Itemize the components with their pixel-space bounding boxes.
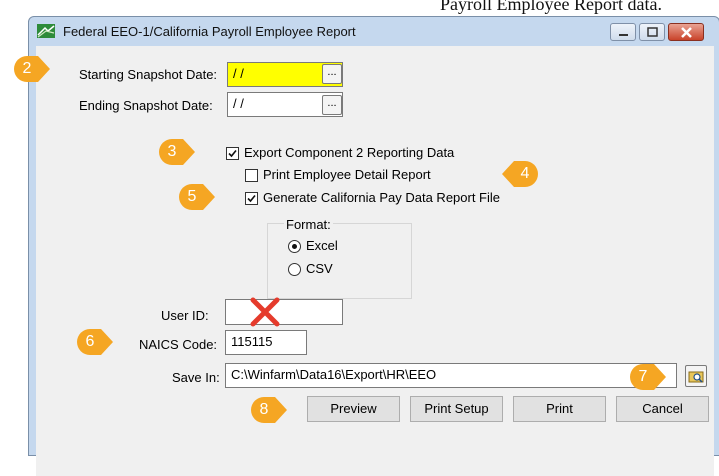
report-dialog: Federal EEO-1/California Payroll Employe…: [28, 16, 719, 476]
naics-label: NAICS Code:: [139, 337, 218, 352]
maximize-icon: [647, 27, 658, 37]
callout-badge-3: 3: [157, 137, 197, 167]
generate-ca-checkbox[interactable]: [245, 192, 258, 205]
checkmark-icon: [228, 149, 237, 158]
close-icon: [681, 27, 692, 38]
cancel-button[interactable]: Cancel: [616, 396, 709, 422]
window-title: Federal EEO-1/California Payroll Employe…: [63, 24, 356, 39]
print-detail-label[interactable]: Print Employee Detail Report: [263, 167, 431, 182]
callout-badge-7: 7: [628, 362, 668, 392]
user-id-label: User ID:: [161, 308, 209, 323]
callout-badge-5: 5: [177, 182, 217, 212]
maximize-button[interactable]: [639, 23, 665, 41]
dialog-body: Starting Snapshot Date: / / ... Ending S…: [36, 46, 714, 476]
minimize-icon: [619, 34, 628, 36]
callout-badge-4: 4: [500, 159, 540, 189]
format-csv-radio[interactable]: [288, 263, 301, 276]
format-excel-radio[interactable]: [288, 240, 301, 253]
starting-snapshot-label: Starting Snapshot Date:: [79, 67, 218, 82]
naics-field[interactable]: 115115: [225, 330, 307, 355]
print-button[interactable]: Print: [513, 396, 606, 422]
export-component2-label[interactable]: Export Component 2 Reporting Data: [244, 145, 454, 160]
format-label: Format:: [284, 217, 333, 232]
ending-snapshot-browse-button[interactable]: ...: [322, 95, 342, 115]
red-x-icon: [250, 297, 280, 327]
format-group: [267, 223, 412, 299]
checkmark-icon: [247, 194, 256, 203]
print-setup-button[interactable]: Print Setup: [410, 396, 503, 422]
close-button[interactable]: [668, 23, 704, 41]
minimize-button[interactable]: [610, 23, 636, 41]
generate-ca-label[interactable]: Generate California Pay Data Report File: [263, 190, 500, 205]
background-caption: Payroll Employee Report data.: [440, 0, 662, 14]
folder-search-icon: [688, 371, 704, 383]
app-logo-icon: [37, 24, 55, 38]
format-csv-label[interactable]: CSV: [306, 261, 333, 276]
browse-folder-button[interactable]: [685, 365, 707, 387]
preview-button[interactable]: Preview: [307, 396, 400, 422]
callout-badge-8: 8: [249, 395, 289, 425]
callout-badge-6: 6: [75, 327, 115, 357]
print-detail-checkbox[interactable]: [245, 169, 258, 182]
starting-snapshot-browse-button[interactable]: ...: [322, 64, 342, 84]
format-excel-label[interactable]: Excel: [306, 238, 338, 253]
ending-snapshot-label: Ending Snapshot Date:: [79, 98, 213, 113]
title-bar[interactable]: Federal EEO-1/California Payroll Employe…: [29, 17, 719, 45]
save-in-field[interactable]: C:\Winfarm\Data16\Export\HR\EEO: [225, 363, 677, 388]
export-component2-checkbox[interactable]: [226, 147, 239, 160]
save-in-label: Save In:: [172, 370, 220, 385]
callout-badge-2: 2: [12, 54, 52, 84]
user-id-field[interactable]: [225, 299, 343, 325]
